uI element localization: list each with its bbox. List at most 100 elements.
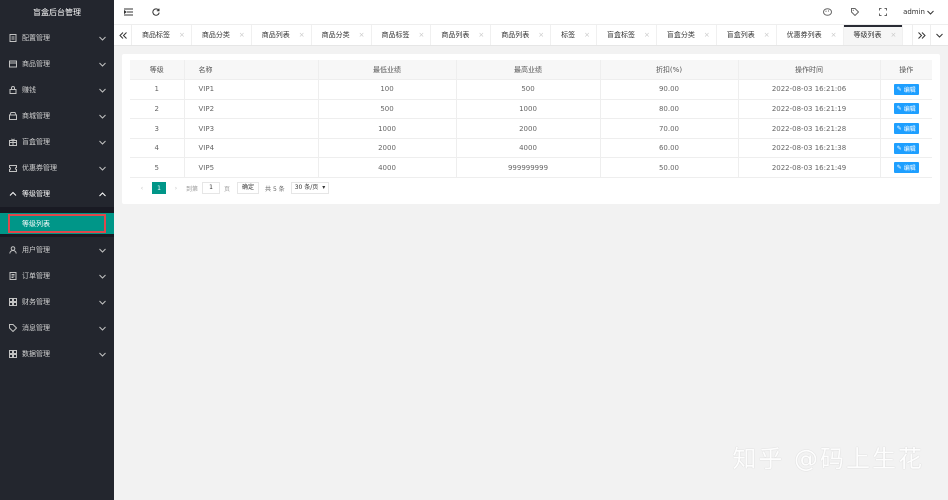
close-icon[interactable]: × (584, 31, 590, 39)
table-row: 4 VIP4 2000 4000 60.00 2022-08-03 16:21:38 ✎ 编辑 (130, 138, 932, 159)
sidebar-item-1[interactable]: 商品管理 (0, 51, 114, 77)
fullscreen-button[interactable] (869, 0, 897, 25)
tab-11[interactable]: 优惠券列表 × (777, 25, 844, 45)
grid-icon (9, 298, 17, 306)
cell-min: 2000 (318, 138, 457, 159)
tag-icon (9, 324, 17, 332)
close-icon[interactable]: × (538, 31, 544, 39)
sidebar-item-4[interactable]: 盲盒管理 (0, 129, 114, 155)
table-row: 5 VIP5 4000 999999999 50.00 2022-08-03 16:21:… (130, 157, 932, 179)
tab-4[interactable]: 商品标签 × (372, 25, 432, 45)
close-icon[interactable]: × (764, 31, 770, 39)
cell-discount: 90.00 (600, 79, 739, 100)
edit-button[interactable]: ✎ 编辑 (893, 142, 919, 154)
palette-icon (822, 8, 832, 16)
col-name-header: 名称 (184, 60, 319, 81)
top-header: admin (114, 0, 948, 25)
current-page[interactable]: 1 (152, 182, 166, 194)
tab-7[interactable]: 标签 × (551, 25, 597, 45)
tab-0[interactable]: 商品标签 × (132, 25, 192, 45)
tab-5[interactable]: 商品列表 × (431, 25, 492, 45)
cell-level: 4 (130, 138, 185, 159)
theme-button[interactable] (813, 0, 841, 25)
table-row: 2 VIP2 500 1000 80.00 2022-08-03 16:21:19 ✎ 编辑 (130, 99, 932, 120)
cell-min: 500 (318, 99, 457, 120)
edit-button[interactable]: ✎ 编辑 (893, 123, 919, 135)
close-icon[interactable]: × (831, 31, 837, 39)
sidebar-item-1[interactable]: 订单管理 (0, 263, 114, 289)
edit-button[interactable]: ✎ 编辑 (893, 83, 919, 95)
close-icon[interactable]: × (644, 31, 650, 39)
table-header-row: 等级 名称 最低业绩 最高业绩 折扣(%) 操作时间 操作 (130, 60, 932, 81)
tab-10[interactable]: 盲盒列表 × (717, 25, 777, 45)
sidebar-item-label: 商品管理 (22, 60, 50, 68)
next-page-button[interactable]: › (170, 185, 182, 192)
edit-button[interactable]: ✎ 编辑 (893, 103, 919, 115)
sidebar-item-0[interactable]: 配置管理 (0, 25, 114, 51)
cell-time: 2022-08-03 16:21:28 (738, 118, 881, 139)
edit-label: 编辑 (903, 126, 916, 134)
per-page-select[interactable]: 30 条/页 ▾ (290, 182, 330, 194)
chevron-down-icon (99, 273, 106, 280)
close-icon[interactable]: × (891, 31, 897, 39)
cell-name: VIP2 (184, 99, 319, 120)
goto-confirm-button[interactable]: 确定 (237, 182, 260, 194)
pencil-icon: ✎ (896, 164, 902, 172)
cell-max: 999999999 (456, 157, 601, 179)
close-icon[interactable]: × (478, 31, 484, 39)
chevron-up-icon (99, 191, 106, 198)
sidebar-item-0[interactable]: 用户管理 (0, 237, 114, 263)
close-icon[interactable]: × (419, 31, 425, 39)
tag-button[interactable] (841, 0, 869, 25)
tab-label: 盲盒列表 (726, 31, 755, 39)
col-time-header: 操作时间 (738, 60, 881, 81)
caret-up-icon (9, 190, 17, 198)
table-row: 1 VIP1 100 500 90.00 2022-08-03 16:21:06 ✎ 编辑 (130, 79, 932, 100)
close-icon[interactable]: × (179, 31, 185, 39)
grid-icon (9, 350, 17, 358)
table-row: 3 VIP3 1000 2000 70.00 2022-08-03 16:21:28 ✎ 编辑 (130, 118, 932, 139)
sidebar-item-4[interactable]: 数据管理 (0, 341, 114, 367)
sidebar-item-5[interactable]: 优惠券管理 (0, 155, 114, 181)
refresh-button[interactable] (142, 0, 170, 25)
tab-scroll-left-button[interactable] (114, 25, 132, 45)
sidebar-item-2[interactable]: 财务管理 (0, 289, 114, 315)
goto-page-input[interactable]: 1 (202, 182, 221, 194)
sidebar-item-3[interactable]: 商城管理 (0, 103, 114, 129)
sidebar-item-6[interactable]: 等级管理 (0, 181, 114, 207)
menu-fold-icon (123, 8, 133, 16)
close-icon[interactable]: × (299, 31, 305, 39)
tab-label: 优惠券列表 (786, 31, 822, 39)
user-menu[interactable]: admin (897, 8, 948, 16)
tab-options-button[interactable] (930, 25, 948, 45)
tab-6[interactable]: 商品列表 × (491, 25, 552, 45)
sidebar-item-2[interactable]: 赚钱 (0, 77, 114, 103)
app-title: 盲盒后台管理 (33, 8, 81, 17)
cell-max: 2000 (456, 118, 601, 139)
close-icon[interactable]: × (359, 31, 365, 39)
chevron-down-icon (99, 61, 106, 68)
tab-12[interactable]: 等级列表 × (843, 25, 904, 45)
sidebar-item-label: 赚钱 (22, 86, 36, 94)
pencil-icon: ✎ (896, 85, 902, 93)
tab-9[interactable]: 盲盒分类 × (657, 25, 717, 45)
sidebar-item-3[interactable]: 消息管理 (0, 315, 114, 341)
close-icon[interactable]: × (704, 31, 710, 39)
chevron-down-icon (99, 165, 106, 172)
tab-scroll-right-button[interactable] (912, 25, 930, 45)
tab-3[interactable]: 商品分类 × (312, 25, 372, 45)
sidebar-subitem-level-list[interactable]: 等级列表 (0, 213, 114, 234)
document-icon (9, 34, 17, 42)
prev-page-button[interactable]: ‹ (136, 185, 148, 192)
tab-2[interactable]: 商品列表 × (252, 25, 312, 45)
edit-label: 编辑 (903, 106, 916, 114)
edit-button[interactable]: ✎ 编辑 (893, 162, 919, 174)
caret-down-icon: ▾ (322, 184, 326, 191)
sidebar-item-label: 用户管理 (22, 246, 50, 254)
tab-8[interactable]: 盲盒标签 × (597, 25, 657, 45)
tab-label: 商品列表 (261, 31, 290, 39)
close-icon[interactable]: × (239, 31, 245, 39)
tab-1[interactable]: 商品分类 × (192, 25, 252, 45)
chevron-down-icon (99, 247, 106, 254)
menu-toggle-button[interactable] (114, 0, 142, 25)
